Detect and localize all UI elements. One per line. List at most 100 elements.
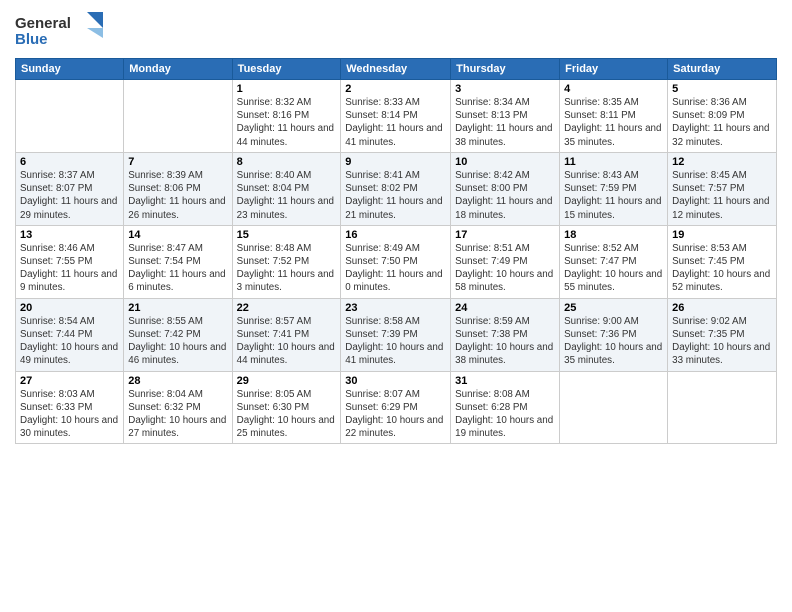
day-number: 22: [237, 302, 337, 314]
day-info: Sunrise: 8:40 AMSunset: 8:04 PMDaylight:…: [237, 169, 337, 222]
calendar-cell: 25Sunrise: 9:00 AMSunset: 7:36 PMDayligh…: [560, 298, 668, 371]
calendar-week-1: 1Sunrise: 8:32 AMSunset: 8:16 PMDaylight…: [16, 80, 777, 153]
day-number: 14: [128, 229, 227, 241]
calendar-cell: 15Sunrise: 8:48 AMSunset: 7:52 PMDayligh…: [232, 225, 341, 298]
day-number: 23: [345, 302, 446, 314]
calendar-cell: 9Sunrise: 8:41 AMSunset: 8:02 PMDaylight…: [341, 152, 451, 225]
day-info: Sunrise: 8:04 AMSunset: 6:32 PMDaylight:…: [128, 388, 227, 441]
day-info: Sunrise: 8:53 AMSunset: 7:45 PMDaylight:…: [672, 242, 772, 295]
calendar-cell: 30Sunrise: 8:07 AMSunset: 6:29 PMDayligh…: [341, 371, 451, 444]
calendar-week-4: 20Sunrise: 8:54 AMSunset: 7:44 PMDayligh…: [16, 298, 777, 371]
day-number: 12: [672, 156, 772, 168]
day-number: 4: [564, 83, 663, 95]
day-info: Sunrise: 8:49 AMSunset: 7:50 PMDaylight:…: [345, 242, 446, 295]
day-number: 18: [564, 229, 663, 241]
day-number: 1: [237, 83, 337, 95]
calendar-header-thursday: Thursday: [451, 59, 560, 80]
day-number: 8: [237, 156, 337, 168]
day-number: 25: [564, 302, 663, 314]
logo-icon: General Blue: [15, 10, 105, 50]
day-info: Sunrise: 8:07 AMSunset: 6:29 PMDaylight:…: [345, 388, 446, 441]
day-number: 10: [455, 156, 555, 168]
day-info: Sunrise: 8:34 AMSunset: 8:13 PMDaylight:…: [455, 96, 555, 149]
calendar-cell: 3Sunrise: 8:34 AMSunset: 8:13 PMDaylight…: [451, 80, 560, 153]
calendar-cell: 10Sunrise: 8:42 AMSunset: 8:00 PMDayligh…: [451, 152, 560, 225]
day-number: 29: [237, 375, 337, 387]
logo: General Blue: [15, 10, 105, 50]
calendar-week-2: 6Sunrise: 8:37 AMSunset: 8:07 PMDaylight…: [16, 152, 777, 225]
calendar-cell: 20Sunrise: 8:54 AMSunset: 7:44 PMDayligh…: [16, 298, 124, 371]
calendar-cell: 31Sunrise: 8:08 AMSunset: 6:28 PMDayligh…: [451, 371, 560, 444]
day-number: 3: [455, 83, 555, 95]
calendar-week-5: 27Sunrise: 8:03 AMSunset: 6:33 PMDayligh…: [16, 371, 777, 444]
calendar-cell: 7Sunrise: 8:39 AMSunset: 8:06 PMDaylight…: [124, 152, 232, 225]
day-info: Sunrise: 9:02 AMSunset: 7:35 PMDaylight:…: [672, 315, 772, 368]
day-number: 5: [672, 83, 772, 95]
calendar-cell: 12Sunrise: 8:45 AMSunset: 7:57 PMDayligh…: [668, 152, 777, 225]
calendar-cell: 16Sunrise: 8:49 AMSunset: 7:50 PMDayligh…: [341, 225, 451, 298]
calendar-cell: 21Sunrise: 8:55 AMSunset: 7:42 PMDayligh…: [124, 298, 232, 371]
calendar-cell: [16, 80, 124, 153]
calendar-header-friday: Friday: [560, 59, 668, 80]
day-number: 21: [128, 302, 227, 314]
calendar-week-3: 13Sunrise: 8:46 AMSunset: 7:55 PMDayligh…: [16, 225, 777, 298]
day-info: Sunrise: 8:43 AMSunset: 7:59 PMDaylight:…: [564, 169, 663, 222]
day-number: 26: [672, 302, 772, 314]
day-info: Sunrise: 8:46 AMSunset: 7:55 PMDaylight:…: [20, 242, 119, 295]
day-info: Sunrise: 8:57 AMSunset: 7:41 PMDaylight:…: [237, 315, 337, 368]
calendar-cell: 23Sunrise: 8:58 AMSunset: 7:39 PMDayligh…: [341, 298, 451, 371]
day-number: 27: [20, 375, 119, 387]
day-info: Sunrise: 8:32 AMSunset: 8:16 PMDaylight:…: [237, 96, 337, 149]
calendar-cell: 4Sunrise: 8:35 AMSunset: 8:11 PMDaylight…: [560, 80, 668, 153]
calendar-cell: 24Sunrise: 8:59 AMSunset: 7:38 PMDayligh…: [451, 298, 560, 371]
calendar-cell: 28Sunrise: 8:04 AMSunset: 6:32 PMDayligh…: [124, 371, 232, 444]
day-number: 11: [564, 156, 663, 168]
svg-text:General: General: [15, 15, 71, 32]
day-number: 30: [345, 375, 446, 387]
calendar-cell: [668, 371, 777, 444]
day-number: 9: [345, 156, 446, 168]
calendar-cell: [124, 80, 232, 153]
calendar-cell: 27Sunrise: 8:03 AMSunset: 6:33 PMDayligh…: [16, 371, 124, 444]
page-container: General Blue SundayMondayTuesdayWednesda…: [0, 0, 792, 454]
day-number: 19: [672, 229, 772, 241]
calendar-header-saturday: Saturday: [668, 59, 777, 80]
day-info: Sunrise: 8:08 AMSunset: 6:28 PMDaylight:…: [455, 388, 555, 441]
day-number: 31: [455, 375, 555, 387]
calendar-header-sunday: Sunday: [16, 59, 124, 80]
day-number: 2: [345, 83, 446, 95]
day-info: Sunrise: 8:03 AMSunset: 6:33 PMDaylight:…: [20, 388, 119, 441]
day-number: 7: [128, 156, 227, 168]
day-number: 16: [345, 229, 446, 241]
calendar-cell: [560, 371, 668, 444]
day-number: 24: [455, 302, 555, 314]
day-info: Sunrise: 8:45 AMSunset: 7:57 PMDaylight:…: [672, 169, 772, 222]
day-number: 28: [128, 375, 227, 387]
day-info: Sunrise: 8:35 AMSunset: 8:11 PMDaylight:…: [564, 96, 663, 149]
day-number: 6: [20, 156, 119, 168]
day-info: Sunrise: 8:41 AMSunset: 8:02 PMDaylight:…: [345, 169, 446, 222]
calendar-cell: 14Sunrise: 8:47 AMSunset: 7:54 PMDayligh…: [124, 225, 232, 298]
calendar-cell: 5Sunrise: 8:36 AMSunset: 8:09 PMDaylight…: [668, 80, 777, 153]
day-info: Sunrise: 8:51 AMSunset: 7:49 PMDaylight:…: [455, 242, 555, 295]
calendar-cell: 8Sunrise: 8:40 AMSunset: 8:04 PMDaylight…: [232, 152, 341, 225]
calendar-cell: 6Sunrise: 8:37 AMSunset: 8:07 PMDaylight…: [16, 152, 124, 225]
day-info: Sunrise: 9:00 AMSunset: 7:36 PMDaylight:…: [564, 315, 663, 368]
day-number: 20: [20, 302, 119, 314]
day-number: 17: [455, 229, 555, 241]
day-info: Sunrise: 8:37 AMSunset: 8:07 PMDaylight:…: [20, 169, 119, 222]
calendar-cell: 22Sunrise: 8:57 AMSunset: 7:41 PMDayligh…: [232, 298, 341, 371]
day-info: Sunrise: 8:59 AMSunset: 7:38 PMDaylight:…: [455, 315, 555, 368]
calendar-cell: 13Sunrise: 8:46 AMSunset: 7:55 PMDayligh…: [16, 225, 124, 298]
day-info: Sunrise: 8:47 AMSunset: 7:54 PMDaylight:…: [128, 242, 227, 295]
calendar-header-wednesday: Wednesday: [341, 59, 451, 80]
day-info: Sunrise: 8:39 AMSunset: 8:06 PMDaylight:…: [128, 169, 227, 222]
header: General Blue: [15, 10, 777, 50]
day-info: Sunrise: 8:05 AMSunset: 6:30 PMDaylight:…: [237, 388, 337, 441]
calendar-table: SundayMondayTuesdayWednesdayThursdayFrid…: [15, 58, 777, 444]
calendar-cell: 18Sunrise: 8:52 AMSunset: 7:47 PMDayligh…: [560, 225, 668, 298]
calendar-cell: 1Sunrise: 8:32 AMSunset: 8:16 PMDaylight…: [232, 80, 341, 153]
calendar-cell: 29Sunrise: 8:05 AMSunset: 6:30 PMDayligh…: [232, 371, 341, 444]
calendar-header-row: SundayMondayTuesdayWednesdayThursdayFrid…: [16, 59, 777, 80]
day-info: Sunrise: 8:54 AMSunset: 7:44 PMDaylight:…: [20, 315, 119, 368]
